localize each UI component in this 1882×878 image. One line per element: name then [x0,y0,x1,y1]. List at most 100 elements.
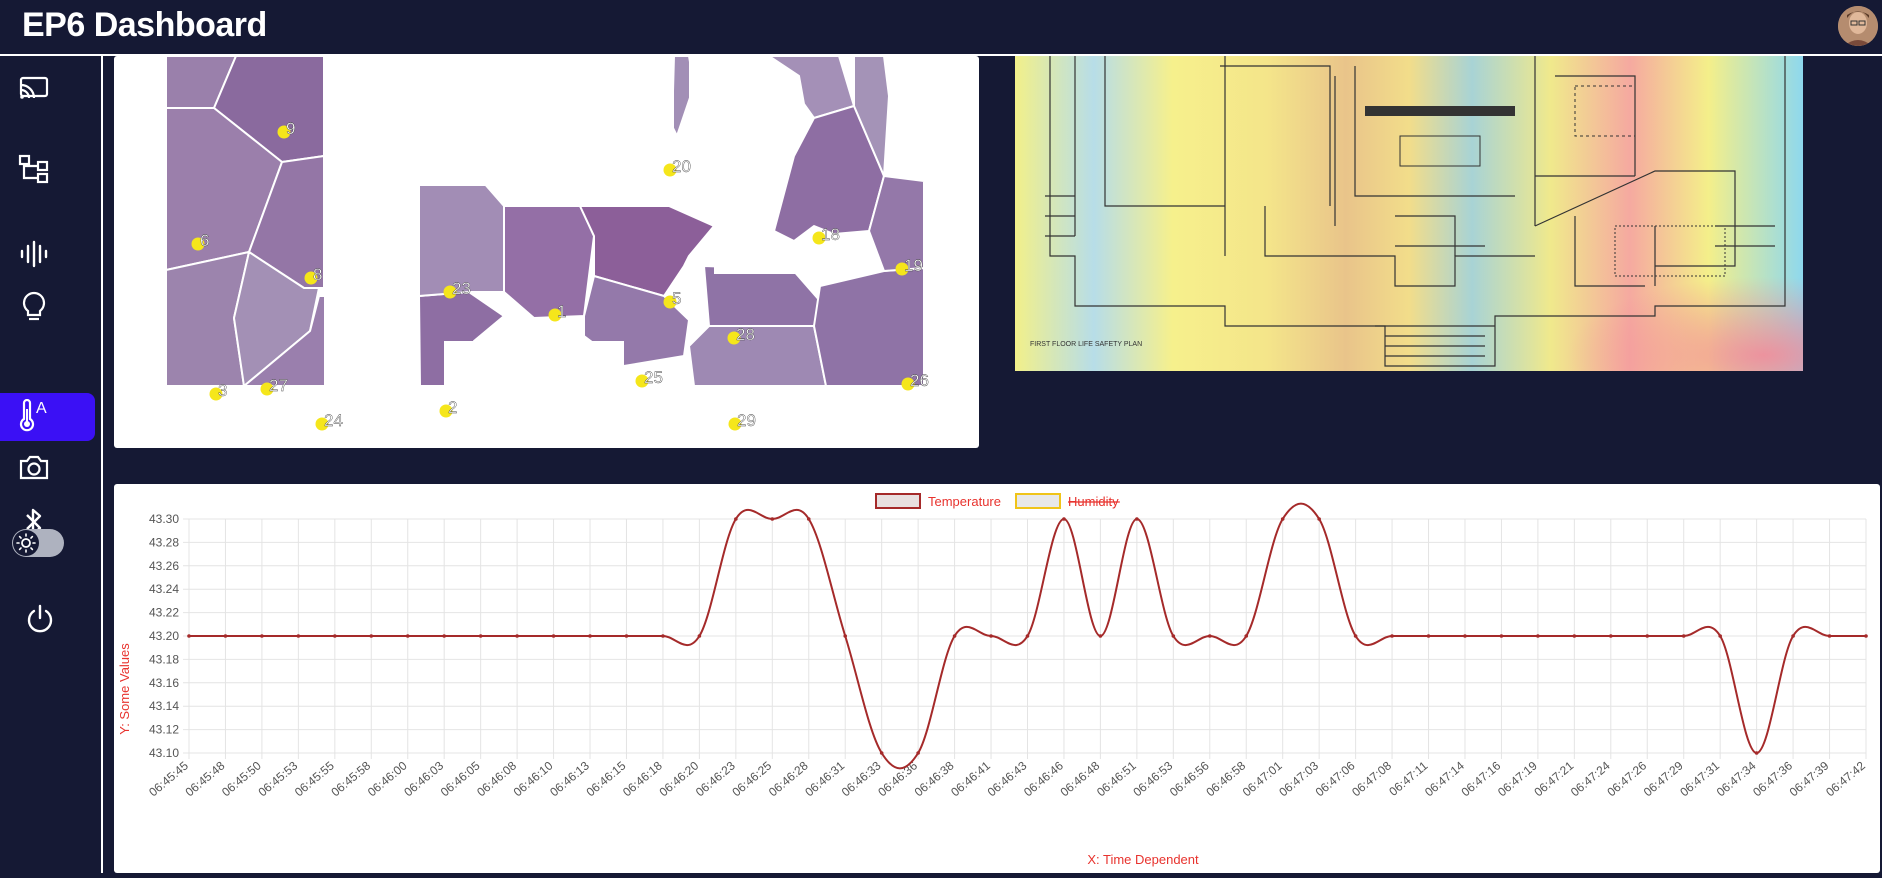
temperature-data-point[interactable] [1280,517,1285,521]
temperature-data-point[interactable] [770,517,775,521]
temperature-data-point[interactable] [1718,634,1722,638]
x-tick-label: 06:47:01 [1240,758,1285,799]
legend-temperature-swatch[interactable] [875,493,921,509]
temperature-data-point[interactable] [1171,634,1176,638]
temperature-data-point[interactable] [1791,634,1795,638]
temperature-data-point[interactable] [551,634,556,638]
temperature-data-point[interactable] [1244,634,1249,638]
lightbulb-icon[interactable] [14,287,54,327]
legend-temperature-label[interactable]: Temperature [928,494,1001,509]
x-tick-label: 06:46:51 [1094,758,1139,799]
thermometer-icon[interactable]: A [14,397,54,437]
x-tick-label: 06:45:53 [256,758,301,799]
temperature-data-point[interactable] [1062,517,1066,521]
temperature-data-point[interactable] [843,634,848,638]
temperature-data-point[interactable] [588,634,592,638]
svg-text:19: 19 [904,256,923,275]
temperature-data-point[interactable] [515,634,519,638]
temperature-data-point[interactable] [1681,634,1686,638]
svg-text:26: 26 [910,371,929,390]
x-tick-label: 06:46:00 [365,758,410,799]
temperature-data-point[interactable] [1463,634,1467,638]
user-avatar[interactable] [1838,6,1878,46]
audio-waveform-icon[interactable] [14,234,54,274]
temperature-data-point[interactable] [333,634,337,638]
voronoi-map[interactable]: 9 20 6 18 8 19 23 5 1 28 3 27 25 26 24 2… [114,55,979,448]
temperature-data-point[interactable] [879,751,884,755]
temperature-data-point[interactable] [697,634,702,638]
temperature-data-point[interactable] [1609,634,1613,638]
svg-text:1: 1 [557,302,566,321]
temperature-data-point[interactable] [1645,634,1650,638]
x-tick-label: 06:46:58 [1203,758,1248,799]
temperature-data-point[interactable] [624,634,629,638]
temperature-data-point[interactable] [1207,634,1212,638]
x-tick-label: 06:46:36 [875,758,920,799]
temperature-data-point[interactable] [806,517,811,521]
temperature-data-point[interactable] [1536,634,1540,638]
x-tick-label: 06:45:48 [183,758,228,799]
svg-text:29: 29 [737,411,756,430]
svg-text:25: 25 [644,368,663,387]
temperature-data-point[interactable] [1390,634,1394,638]
y-tick-label: 43.10 [149,746,179,760]
y-axis-title: Y: Some Values [117,643,132,735]
y-tick-label: 43.16 [149,676,179,690]
x-tick-label: 06:46:15 [584,758,629,799]
temperature-data-point[interactable] [1353,634,1358,638]
legend-humidity-swatch[interactable] [1015,493,1061,509]
power-icon[interactable] [20,599,60,639]
temperature-data-point[interactable] [989,634,993,638]
x-tick-label: 06:46:18 [620,758,665,799]
floor-plan-caption: FIRST FLOOR LIFE SAFETY PLAN [1030,341,1142,348]
svg-text:A: A [36,400,47,417]
temperature-data-point[interactable] [1754,751,1759,755]
y-tick-label: 43.22 [149,606,179,620]
temperature-data-point[interactable] [260,634,264,638]
temperature-data-point[interactable] [442,634,446,638]
temperature-data-point[interactable] [405,634,410,638]
temperature-data-point[interactable] [1426,634,1431,638]
x-tick-label: 06:46:13 [547,758,592,799]
temperature-data-point[interactable] [1135,517,1139,521]
temperature-data-point[interactable] [734,517,738,521]
theme-toggle-icon [13,530,39,556]
svg-text:5: 5 [672,289,681,308]
temperature-data-point[interactable] [369,634,374,638]
x-tick-label: 06:46:10 [511,758,556,799]
temperature-data-point[interactable] [1864,634,1868,638]
temperature-data-point[interactable] [187,634,191,638]
x-tick-label: 06:46:28 [766,758,811,799]
temperature-data-point[interactable] [1317,517,1321,521]
temperature-data-point[interactable] [223,634,228,638]
svg-text:18: 18 [821,225,840,244]
x-tick-label: 06:47:11 [1386,758,1430,798]
y-tick-label: 43.20 [149,629,179,643]
camera-icon[interactable] [14,447,54,487]
x-tick-label: 06:47:19 [1495,758,1540,799]
temperature-data-point[interactable] [952,634,957,638]
svg-text:28: 28 [736,325,755,344]
temperature-data-point[interactable] [661,634,665,638]
x-tick-label: 06:47:03 [1276,758,1321,799]
theme-toggle[interactable] [12,529,64,557]
temperature-data-point[interactable] [1827,634,1832,638]
temperature-data-point[interactable] [916,751,920,755]
temperature-data-point[interactable] [1572,634,1577,638]
temperature-data-point[interactable] [1025,634,1030,638]
x-tick-label: 06:46:43 [985,758,1030,799]
y-tick-label: 43.24 [149,582,179,596]
svg-text:3: 3 [218,381,227,400]
x-tick-label: 06:46:23 [693,758,738,799]
cast-icon[interactable] [14,69,54,109]
floor-plan-heatmap[interactable]: FIRST FLOOR LIFE SAFETY PLAN [1015,56,1803,371]
temperature-data-point[interactable] [296,634,301,638]
x-tick-label: 06:46:41 [948,758,993,799]
app-title: EP6 Dashboard [22,6,267,44]
sitemap-icon[interactable] [14,149,54,189]
x-axis-title: X: Time Dependent [1087,852,1199,867]
y-tick-label: 43.18 [149,652,179,666]
temperature-data-point[interactable] [478,634,483,638]
temperature-data-point[interactable] [1499,634,1504,638]
temperature-data-point[interactable] [1098,634,1103,638]
